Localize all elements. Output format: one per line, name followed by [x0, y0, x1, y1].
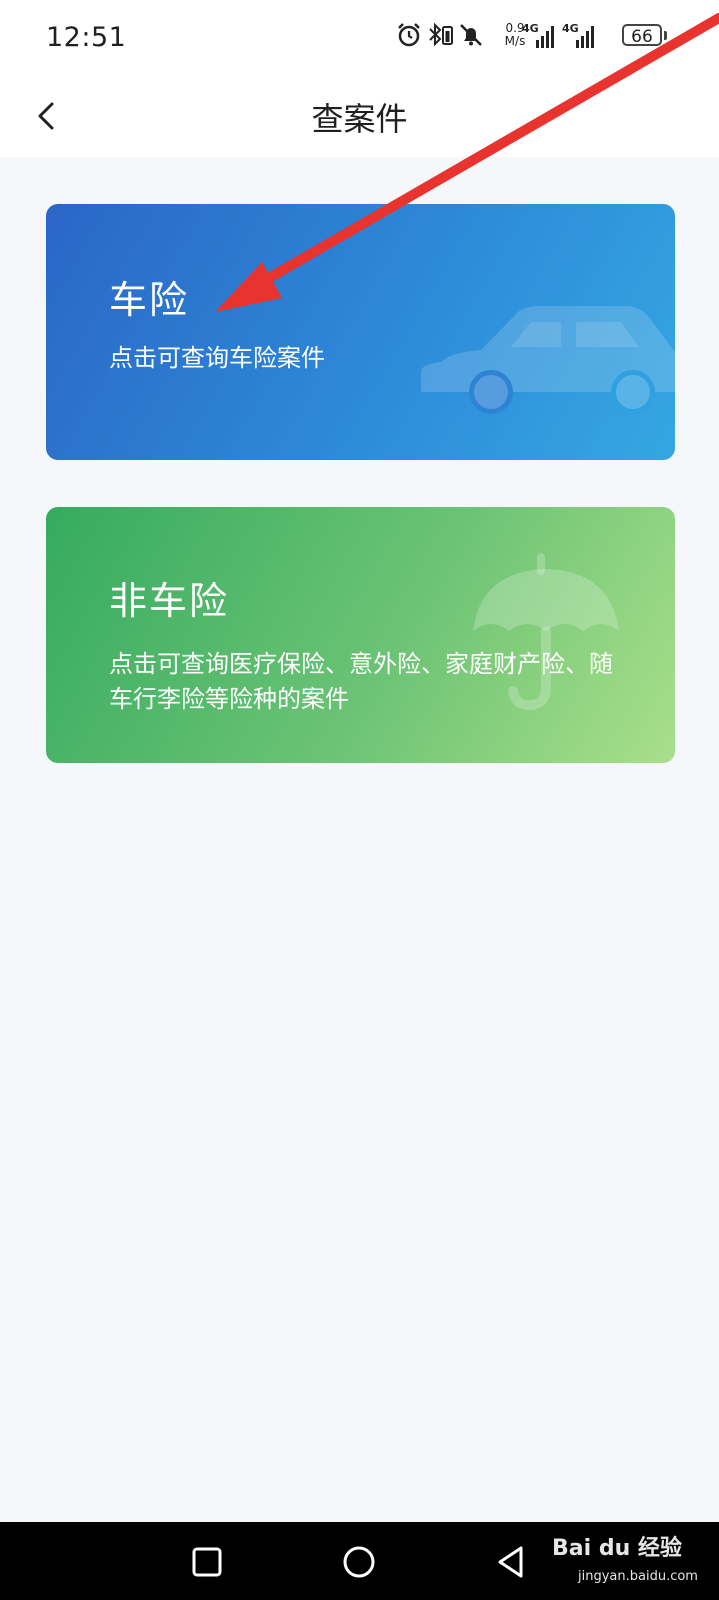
mute-bell-icon — [460, 24, 482, 46]
car-insurance-card[interactable]: 车险 点击可查询车险案件 — [46, 204, 675, 460]
watermark-brand: Bai du 经验 — [552, 1536, 682, 1561]
battery-nub — [664, 31, 667, 40]
signal-bars-icon — [576, 26, 594, 48]
net-speed-unit: M/s — [504, 34, 526, 48]
non-car-insurance-description: 点击可查询医疗保险、意外险、家庭财产险、随车行李险等险种的案件 — [109, 650, 613, 713]
status-time: 12:51 — [46, 22, 127, 53]
signal-bars-icon — [536, 26, 554, 48]
non-car-insurance-title: 非车险 — [109, 579, 230, 623]
page-title: 查案件 — [311, 100, 408, 138]
triangle-back-icon[interactable] — [490, 1540, 534, 1584]
page-header: 查案件 — [0, 76, 719, 157]
square-icon[interactable] — [185, 1540, 229, 1584]
alarm-icon — [398, 23, 420, 47]
circle-icon[interactable] — [337, 1540, 381, 1584]
watermark-url: jingyan.baidu.com — [578, 1569, 698, 1584]
bluetooth-battery-icon — [429, 22, 453, 47]
car-insurance-description: 点击可查询车险案件 — [109, 344, 325, 372]
status-bar: 12:51 0.9 M/s 4G 4G 66 — [0, 0, 719, 76]
non-car-insurance-card[interactable]: 非车险 点击可查询医疗保险、意外险、家庭财产险、随车行李险等险种的案件 — [46, 507, 675, 763]
battery-indicator: 66 — [622, 24, 662, 47]
car-insurance-title: 车险 — [109, 278, 190, 322]
